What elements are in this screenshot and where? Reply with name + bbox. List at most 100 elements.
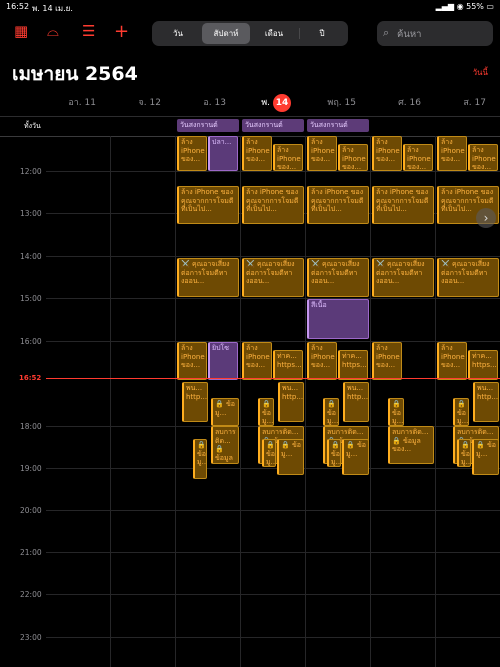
event[interactable]: ท่าค... https... (273, 350, 303, 380)
toolbar: ▦ ⌓ ☰ + วัน สัปดาห์ เดือน ปี ⌕ ค้นหา (0, 14, 500, 52)
event[interactable]: ⚔️ คุณอาจเสี่ยงต่อการโจมตีทางออน... (307, 258, 369, 297)
day-number: 15 (344, 98, 356, 108)
event[interactable]: 🔒 ข้อมู... (262, 439, 276, 467)
event[interactable]: ล้าง iPhone ของ... (437, 342, 467, 380)
event[interactable]: ท่าค... https... (468, 350, 498, 380)
event[interactable]: ล้าง iPhone ของ... (242, 342, 272, 380)
hour-label: 18:00 (20, 422, 42, 431)
event[interactable]: ⚔️ คุณอาจเสี่ยงต่อการโจมตีทางออน... (242, 258, 304, 297)
hour-label: 19:00 (20, 464, 42, 473)
event[interactable]: ⚔️ คุณอาจเสี่ยงต่อการโจมตีทางออน... (437, 258, 499, 297)
day-number: 11 (84, 98, 96, 108)
hour-line (46, 171, 500, 172)
hour-line (46, 594, 500, 595)
day-name: พฤ. (327, 98, 342, 108)
event[interactable]: 🔒 ข้อมู... (327, 439, 341, 467)
event[interactable]: 🔒 ข้อมู... (277, 439, 304, 475)
status-bar: 16:52 พ. 14 เม.ย. ▂▄▆ ◉ 55% ▭ (0, 0, 500, 14)
event[interactable]: ล้าง iPhone ของ... (403, 144, 433, 171)
event[interactable]: ล้าง iPhone ของ... (307, 342, 337, 380)
event[interactable]: ปลา... (208, 136, 238, 171)
status-battery: ▂▄▆ ◉ 55% ▭ (435, 2, 494, 11)
event[interactable]: 🔒 ข้อมู... (472, 439, 499, 475)
column-divider (305, 136, 306, 667)
all-day-event[interactable]: วันสงกรานต์ (177, 119, 239, 132)
event[interactable]: ล้าง iPhone ของ... (468, 144, 498, 171)
event[interactable]: ล้าง iPhone ของคุณจากการโจมตีที่เป็นไป..… (307, 186, 369, 224)
hour-label: 23:00 (20, 633, 42, 642)
event[interactable]: 🔒 ข้อมู... (193, 439, 207, 479)
event[interactable]: 🔒 ข้อมู... (388, 398, 404, 426)
event[interactable]: 🔒 ข้อมู... (258, 398, 274, 426)
day-name: ส. (463, 98, 472, 108)
event[interactable]: 🔒 ข้อมู... (342, 439, 369, 475)
current-time-line (46, 378, 500, 379)
event[interactable]: ⚔️ คุณอาจเสี่ยงต่อการโจมตีทางออน... (372, 258, 434, 297)
event[interactable]: ท่าค... https... (338, 350, 368, 380)
day-header[interactable]: อ. 13 (161, 92, 226, 116)
all-day-event[interactable]: วันสงกรานต์ (242, 119, 304, 132)
tab-month[interactable]: เดือน (250, 23, 298, 44)
today-button[interactable]: วันนี้ (473, 66, 488, 79)
event[interactable]: 🔒 ข้อมู... (453, 398, 469, 426)
plus-icon[interactable]: + (114, 23, 129, 41)
day-header[interactable]: พฤ. 15 (291, 92, 356, 116)
event[interactable]: พน... http... (278, 382, 304, 422)
event[interactable]: 🔒 ข้อมู... (457, 439, 471, 467)
event[interactable]: ล้าง iPhone ของ... (372, 342, 402, 380)
day-number: 12 (149, 98, 161, 108)
battery-percent: 55% (466, 2, 484, 11)
column-divider (435, 136, 436, 667)
event[interactable]: ⚔️ คุณอาจเสี่ยงต่อการโจมตีทางออน... (177, 258, 239, 297)
list-icon[interactable]: ☰ (82, 24, 95, 39)
event[interactable]: ล้าง iPhone ของ... (338, 144, 368, 171)
hour-line (46, 256, 500, 257)
time-grid[interactable]: 12:00 13:00 14:00 15:00 16:00 18:00 19:0… (0, 136, 500, 667)
tab-year[interactable]: ปี (298, 23, 346, 44)
all-day-event[interactable]: วันสงกรานต์ (307, 119, 369, 132)
event[interactable]: สีเนื้อ (307, 299, 369, 339)
event[interactable]: พน... http... (182, 382, 208, 422)
week-day-header: อา. 11 จ. 12 อ. 13 พ. 14 พฤ. 15 ศ. 16 ส. … (0, 92, 500, 116)
day-header[interactable]: จ. 12 (96, 92, 161, 116)
event[interactable]: ล้าง iPhone ของ... (307, 136, 337, 171)
event[interactable]: ล้าง iPhone ของ... (177, 136, 207, 171)
event[interactable]: พน... http... (343, 382, 369, 422)
chevron-right-icon[interactable]: › (476, 208, 496, 228)
event[interactable]: ยิปโซ (208, 342, 238, 380)
day-header[interactable]: ส. 17 (421, 92, 486, 116)
event[interactable]: ลบการติด... 🔒 ข้อมูลของ... (211, 426, 239, 464)
event[interactable]: 🔒 ข้อมู... (211, 398, 239, 426)
event[interactable]: ล้าง iPhone ของ... (372, 136, 402, 171)
event[interactable]: พน... http... (473, 382, 499, 422)
hour-line (46, 468, 500, 469)
event[interactable]: ล้าง iPhone ของ... (177, 342, 207, 380)
event[interactable]: ล้าง iPhone ของคุณจากการโจมตีที่เป็นไป..… (242, 186, 304, 224)
column-divider (110, 136, 111, 667)
day-header[interactable]: อา. 11 (31, 92, 96, 116)
event[interactable]: ล้าง iPhone ของ... (242, 136, 272, 171)
search-field[interactable]: ⌕ ค้นหา (377, 21, 493, 46)
hour-label: 21:00 (20, 548, 42, 557)
hour-label: 22:00 (20, 590, 42, 599)
hour-label: 14:00 (20, 252, 42, 261)
event[interactable]: ล้าง iPhone ของ... (273, 144, 303, 171)
calendar-icon[interactable]: ▦ (14, 24, 28, 39)
event[interactable]: ล้าง iPhone ของคุณจากการโจมตีที่เป็นไป..… (177, 186, 239, 224)
day-header[interactable]: ศ. 16 (356, 92, 421, 116)
current-time-label: 16:52 (19, 374, 42, 382)
view-segmented-control: วัน สัปดาห์ เดือน ปี (152, 21, 348, 46)
event[interactable]: 🔒 ข้อมู... (323, 398, 339, 426)
tab-week[interactable]: สัปดาห์ (202, 23, 250, 44)
event[interactable]: ลบการติด... 🔒 ข้อมูลของ... (388, 426, 434, 464)
day-header-today[interactable]: พ. 14 (226, 92, 291, 116)
hour-label: 13:00 (20, 209, 42, 218)
tab-day[interactable]: วัน (154, 23, 202, 44)
status-time: 16:52 (6, 2, 30, 11)
event[interactable]: ล้าง iPhone ของ... (437, 136, 467, 171)
hour-line (46, 637, 500, 638)
month-title: เมษายน 2564 (12, 63, 138, 85)
event[interactable]: ล้าง iPhone ของคุณจากการโจมตีที่เป็นไป..… (372, 186, 434, 224)
hour-line (46, 341, 500, 342)
inbox-icon[interactable]: ⌓ (47, 24, 59, 39)
